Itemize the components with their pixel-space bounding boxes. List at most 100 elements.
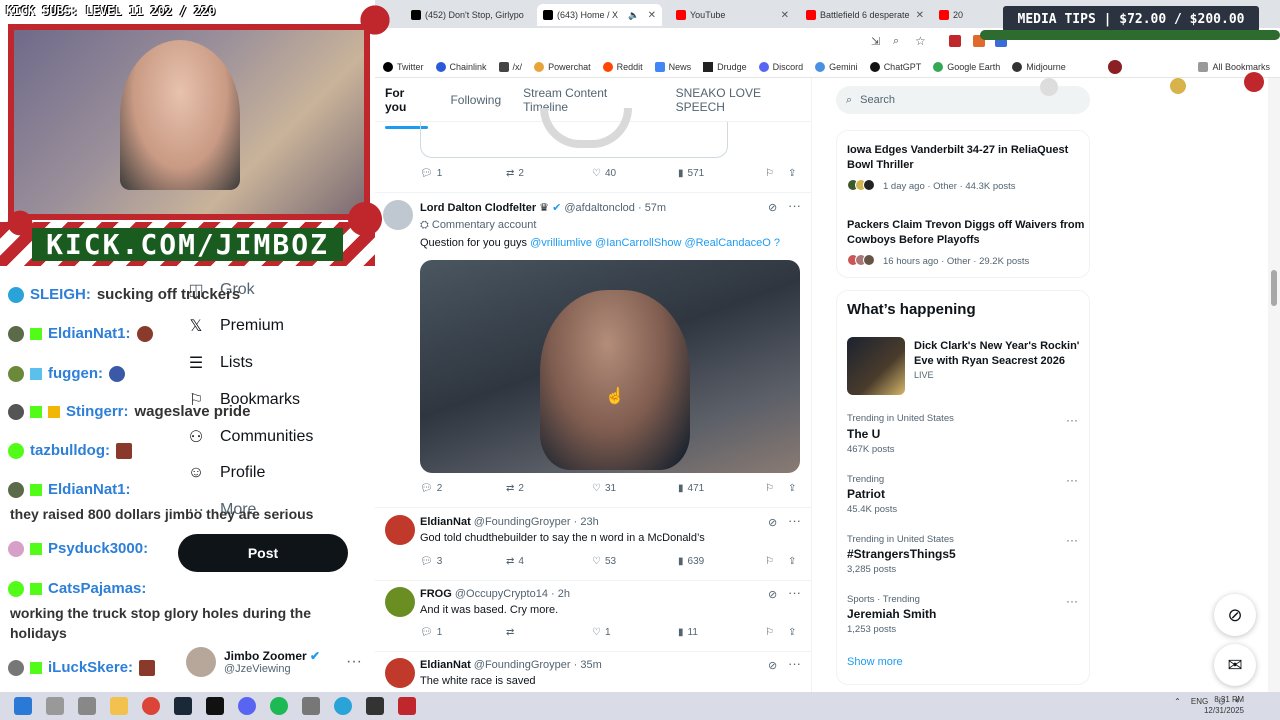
display-name[interactable]: FROG [420, 588, 452, 600]
timestamp[interactable]: 2h [558, 588, 570, 600]
close-icon[interactable]: ✕ [648, 10, 656, 21]
repost-button[interactable]: ⇄ [506, 627, 518, 638]
trend-more-icon[interactable]: ··· [1066, 473, 1078, 487]
post-button[interactable]: Post [178, 534, 348, 572]
terminal-icon[interactable] [206, 697, 224, 715]
close-icon[interactable]: ✕ [916, 10, 924, 21]
show-more-link[interactable]: Show more [847, 656, 903, 668]
mentions[interactable]: @vrilliumlive @IanCarrollShow @RealCanda… [530, 237, 780, 249]
like-button[interactable]: ♡ 1 [592, 627, 611, 638]
grok-float-button[interactable]: ⊘ [1214, 594, 1256, 636]
bookmark-item[interactable]: Reddit [602, 61, 643, 72]
trend-more-icon[interactable]: ··· [1066, 413, 1078, 427]
handle[interactable]: @FoundingGroyper [474, 659, 571, 671]
account-more-icon[interactable]: ··· [346, 653, 362, 671]
bookmark-item[interactable]: Twitter [383, 61, 424, 72]
speaker-icon[interactable]: 🔈 [628, 10, 639, 21]
views-button[interactable]: ▮ 11 [678, 627, 698, 638]
timestamp[interactable]: 57m [645, 202, 666, 214]
file-explorer-icon[interactable] [110, 697, 128, 715]
start-icon[interactable] [14, 697, 32, 715]
handle[interactable]: @afdaltonclod [564, 202, 635, 214]
more-icon[interactable]: ··· [788, 198, 801, 213]
bookmark-tweet-button[interactable]: ⚐ [765, 627, 774, 638]
news-headline[interactable]: Iowa Edges Vanderbilt 34-27 in ReliaQues… [847, 143, 1087, 173]
reply-button[interactable]: 💬︎ 1 [420, 168, 442, 179]
timestamp[interactable]: 35m [580, 659, 601, 671]
messages-float-button[interactable]: ✉ [1214, 644, 1256, 686]
more-icon[interactable]: ··· [788, 513, 801, 528]
timestamp[interactable]: 23h [580, 516, 598, 528]
news-headline[interactable]: Packers Claim Trevon Diggs off Waivers f… [847, 218, 1087, 248]
nav-premium[interactable]: 𝕏 Premium [186, 316, 284, 336]
repost-button[interactable]: ⇄ 2 [506, 483, 524, 494]
trend-name[interactable]: #StrangersThings5 [847, 547, 956, 561]
views-button[interactable]: ▮ 639 [678, 556, 704, 567]
bookmark-item[interactable]: Google Earth [933, 61, 1000, 72]
bookmark-item[interactable]: Midjourne [1012, 61, 1066, 72]
bookmark-item[interactable]: News [654, 61, 691, 72]
like-button[interactable]: ♡ 40 [592, 168, 616, 179]
zoom-icon[interactable]: ⌕ [893, 35, 899, 48]
like-button[interactable]: ♡ 53 [592, 556, 616, 567]
extension-icon[interactable] [949, 35, 961, 47]
share-button[interactable]: ⇪ [788, 627, 796, 638]
avatar[interactable] [385, 658, 415, 688]
app-icon[interactable] [366, 697, 384, 715]
share-button[interactable]: ⇪ [788, 483, 796, 494]
repost-button[interactable]: ⇄ 2 [506, 168, 524, 179]
display-name[interactable]: EldianNat [420, 516, 471, 528]
app-icon[interactable] [398, 697, 416, 715]
scrollbar[interactable] [1268, 78, 1280, 692]
display-name[interactable]: Lord Dalton Clodfelter [420, 202, 536, 214]
tray-chevron-icon[interactable]: ⌃ [1174, 697, 1181, 706]
bookmark-item[interactable]: /x/ [498, 61, 522, 72]
bookmark-tweet-button[interactable]: ⚐ [765, 556, 774, 567]
reply-button[interactable]: 💬︎ 3 [420, 556, 442, 567]
views-button[interactable]: ▮ 471 [678, 483, 704, 494]
handle[interactable]: @OccupyCrypto14 [455, 588, 548, 600]
trend-more-icon[interactable]: ··· [1066, 594, 1078, 608]
scrollbar-thumb[interactable] [1271, 270, 1277, 306]
display-name[interactable]: EldianNat [420, 659, 471, 671]
task-view-icon[interactable] [78, 697, 96, 715]
nav-profile[interactable]: ☺ Profile [186, 463, 266, 483]
bookmark-item[interactable]: Powerchat [534, 61, 591, 72]
tab-following[interactable]: Following [450, 93, 501, 107]
browser-tab[interactable]: (452) Don't Stop, Girlypo [405, 4, 540, 26]
avatar[interactable] [385, 515, 415, 545]
share-button[interactable]: ⇪ [788, 556, 796, 567]
telegram-icon[interactable] [334, 697, 352, 715]
reply-button[interactable]: 💬︎ 1 [420, 627, 442, 638]
avatar[interactable] [385, 587, 415, 617]
close-icon[interactable]: ✕ [781, 10, 789, 21]
tab-for-you[interactable]: For you [385, 86, 429, 129]
all-bookmarks[interactable]: All Bookmarks [1198, 61, 1280, 72]
bookmark-item[interactable]: Chainlink [435, 61, 487, 72]
bookmark-item[interactable]: Drudge [703, 61, 747, 72]
install-app-icon[interactable]: ⇲ [871, 35, 880, 48]
handle[interactable]: @FoundingGroyper [474, 516, 571, 528]
chrome-icon[interactable] [142, 697, 160, 715]
grok-icon[interactable]: ⊘ [768, 201, 777, 214]
account-switcher[interactable]: Jimbo Zoomer ✔ @JzeViewing ··· [186, 644, 362, 680]
like-button[interactable]: ♡ 31 [592, 483, 616, 494]
browser-tab[interactable]: Battlefield 6 desperate ✕ [800, 4, 930, 26]
grok-icon[interactable]: ⊘ [768, 659, 777, 672]
more-icon[interactable]: ··· [788, 656, 801, 671]
nav-communities[interactable]: ⚇ Communities [186, 427, 314, 447]
reply-button[interactable]: 💬︎ 2 [420, 483, 442, 494]
app-icon[interactable] [302, 697, 320, 715]
clock[interactable]: 8:31 PM 12/31/2025 [1204, 694, 1244, 716]
bookmark-item[interactable]: ChatGPT [869, 61, 921, 72]
trend-name[interactable]: Patriot [847, 487, 885, 501]
bookmark-tweet-button[interactable]: ⚐ [765, 483, 774, 494]
discord-icon[interactable] [238, 697, 256, 715]
trend-name[interactable]: Jeremiah Smith [847, 607, 936, 621]
browser-tab[interactable]: YouTube ✕ [670, 4, 795, 26]
views-button[interactable]: ▮ 571 [678, 168, 704, 179]
search-icon[interactable] [46, 697, 64, 715]
tab-sneako[interactable]: SNEAKO LOVE SPEECH [676, 86, 811, 114]
bookmark-item[interactable]: Discord [758, 61, 803, 72]
star-icon[interactable]: ☆ [915, 34, 926, 48]
